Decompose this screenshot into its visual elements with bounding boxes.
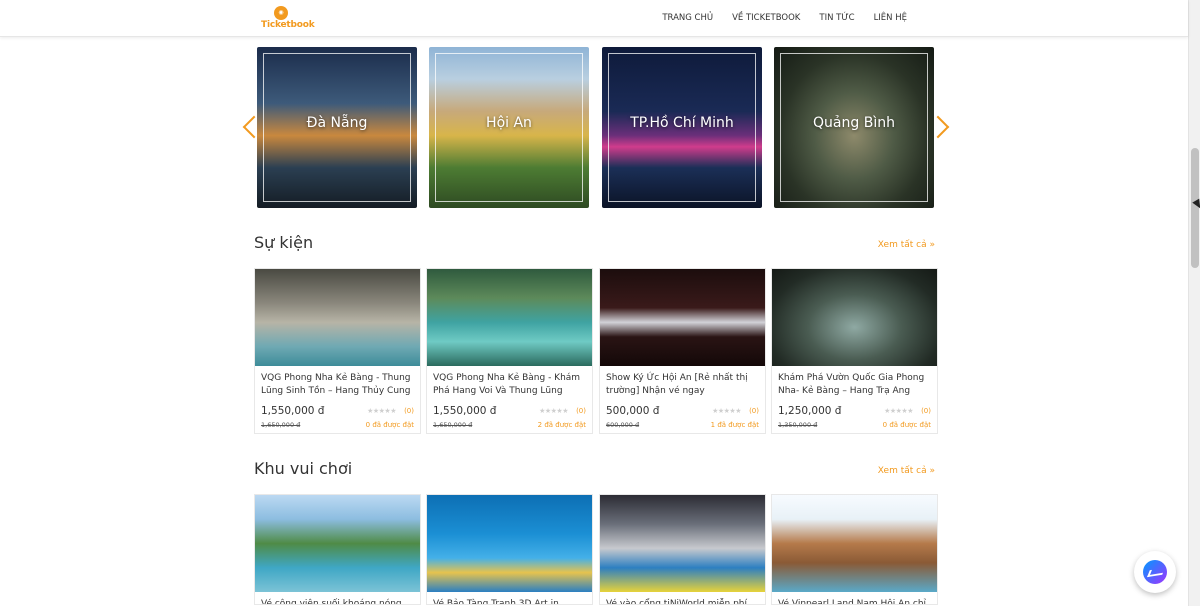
destination-label: Đà Nẵng: [306, 115, 368, 131]
logo-text: Ticketbook: [261, 20, 315, 30]
booked-count: 2 đã được đặt: [537, 421, 586, 429]
logo-badge-icon: ◉: [274, 6, 288, 20]
park-image: [427, 495, 592, 592]
events-see-all-link[interactable]: Xem tất cả »: [878, 240, 935, 250]
park-card[interactable]: Vé Bảo Tàng Tranh 3D Art in: [426, 494, 593, 605]
parks-section-title: Khu vui chơi: [254, 459, 353, 478]
destination-card[interactable]: TP.Hồ Chí Minh: [602, 47, 762, 208]
park-image: [255, 495, 420, 592]
event-image: [772, 269, 937, 366]
event-price: 1,550,000 đ: [261, 405, 325, 417]
park-title: Vé công viên suối khoáng nóng Núi: [261, 599, 402, 604]
event-old-price: 1,650,000 đ: [261, 421, 301, 429]
event-old-price: 1,350,000 đ: [778, 421, 818, 429]
rating-count: (0): [404, 407, 414, 415]
event-title: VQG Phong Nha Kẻ Bàng - Thung Lũng Sinh …: [261, 373, 411, 396]
event-price: 500,000 đ: [606, 405, 660, 417]
event-old-price: 600,000 đ: [606, 421, 640, 429]
event-old-price: 1,650,000 đ: [433, 421, 473, 429]
park-card[interactable]: Vé vào cổng tiNiWorld miễn phí: [599, 494, 766, 605]
park-title: Vé Vinpearl Land Nam Hội An chỉ từ: [778, 599, 927, 604]
event-card[interactable]: VQG Phong Nha Kẻ Bàng - Khám Phá Hang Vo…: [426, 268, 593, 434]
event-title: VQG Phong Nha Kẻ Bàng - Khám Phá Hang Vo…: [433, 373, 581, 396]
carousel-prev-icon[interactable]: [242, 115, 256, 139]
nav-item-home[interactable]: TRANG CHỦ: [662, 13, 713, 23]
destination-label: Quảng Bình: [813, 115, 895, 131]
destination-carousel: Đà Nẵng Hội An TP.Hồ Chí Minh Quảng Bình: [236, 47, 952, 208]
event-title: Show Ký Ức Hội An [Rẻ nhất thị trường] N…: [606, 373, 748, 396]
rating-stars-icon: ★★★★★: [539, 407, 568, 415]
park-image: [600, 495, 765, 592]
main-nav: TRANG CHỦ VỀ TICKETBOOK TIN TỨC LIÊN HỆ: [643, 13, 907, 23]
rating-stars-icon: ★★★★★: [712, 407, 741, 415]
rating-count: (0): [921, 407, 931, 415]
booked-count: 1 đã được đặt: [710, 421, 759, 429]
nav-item-about[interactable]: VỀ TICKETBOOK: [732, 13, 800, 23]
booked-count: 0 đã được đặt: [365, 421, 414, 429]
rating-stars-icon: ★★★★★: [367, 407, 396, 415]
destination-card[interactable]: Quảng Bình: [774, 47, 934, 208]
park-card[interactable]: Vé công viên suối khoáng nóng Núi: [254, 494, 421, 605]
messenger-chat-button[interactable]: [1134, 551, 1176, 593]
booked-count: 0 đã được đặt: [882, 421, 931, 429]
site-header: ◉ Ticketbook TRANG CHỦ VỀ TICKETBOOK TIN…: [0, 0, 1188, 37]
carousel-next-icon[interactable]: [936, 115, 950, 139]
event-image: [600, 269, 765, 366]
parks-see-all-link[interactable]: Xem tất cả »: [878, 466, 935, 476]
event-price: 1,550,000 đ: [433, 405, 497, 417]
event-card[interactable]: Khám Phá Vườn Quốc Gia Phong Nha- Kẻ Bàn…: [771, 268, 938, 434]
event-image: [427, 269, 592, 366]
park-card[interactable]: Vé Vinpearl Land Nam Hội An chỉ từ: [771, 494, 938, 605]
messenger-icon: [1143, 560, 1167, 584]
events-section-title: Sự kiện: [254, 233, 314, 252]
destination-label: TP.Hồ Chí Minh: [630, 115, 734, 131]
event-card[interactable]: Show Ký Ức Hội An [Rẻ nhất thị trường] N…: [599, 268, 766, 434]
event-image: [255, 269, 420, 366]
event-card[interactable]: VQG Phong Nha Kẻ Bàng - Thung Lũng Sinh …: [254, 268, 421, 434]
destination-card[interactable]: Đà Nẵng: [257, 47, 417, 208]
nav-item-contact[interactable]: LIÊN HỆ: [874, 13, 907, 23]
ticketbook-logo[interactable]: ◉ Ticketbook: [261, 6, 315, 32]
rating-stars-icon: ★★★★★: [884, 407, 913, 415]
park-image: [772, 495, 937, 592]
park-title: Vé Bảo Tàng Tranh 3D Art in: [433, 599, 559, 604]
rating-count: (0): [749, 407, 759, 415]
event-title: Khám Phá Vườn Quốc Gia Phong Nha- Kẻ Bàn…: [778, 373, 925, 396]
page-scrollbar[interactable]: [1188, 0, 1200, 606]
nav-item-news[interactable]: TIN TỨC: [819, 13, 854, 23]
destination-label: Hội An: [486, 115, 532, 131]
rating-count: (0): [576, 407, 586, 415]
destination-card[interactable]: Hội An: [429, 47, 589, 208]
event-price: 1,250,000 đ: [778, 405, 842, 417]
park-title: Vé vào cổng tiNiWorld miễn phí: [606, 599, 747, 604]
